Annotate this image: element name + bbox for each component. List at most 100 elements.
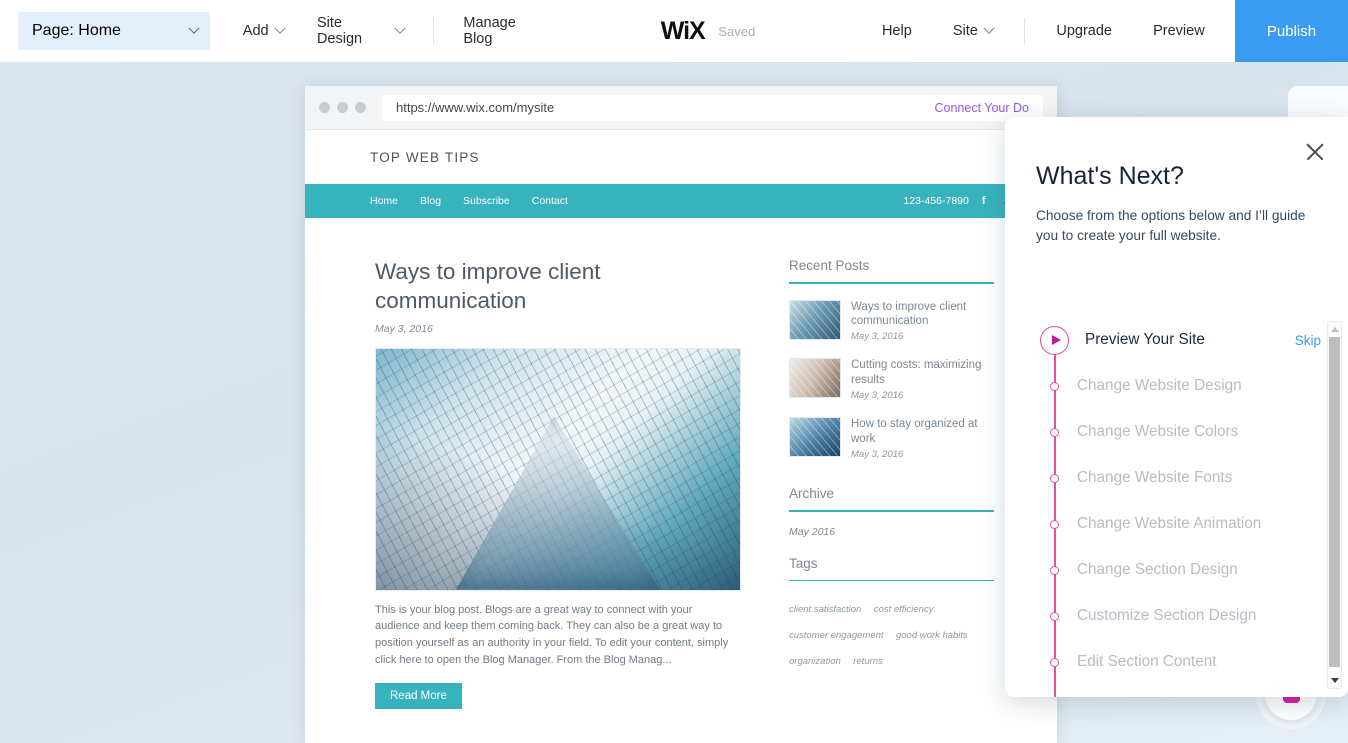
page-selector[interactable]: Page: Home (18, 12, 210, 50)
whats-next-item-change-section-design[interactable]: Change Section Design (1036, 547, 1348, 593)
menu-help-label: Help (881, 23, 912, 39)
recent-post-title: Ways to improve client communication (851, 300, 967, 328)
whats-next-item-label[interactable]: Change Website Animation (1077, 515, 1261, 533)
whats-next-item-label[interactable]: Change Website Colors (1077, 423, 1238, 441)
upgrade-label: Upgrade (1056, 23, 1112, 39)
url-bar[interactable]: https://www.wix.com/mysite Connect Your … (382, 94, 1043, 121)
panel-scrollbar[interactable] (1327, 321, 1342, 689)
archive-heading: Archive (789, 486, 835, 502)
step-bullet-icon (1050, 519, 1059, 529)
menu-add[interactable]: Add (239, 0, 288, 62)
toolbar-divider (433, 18, 435, 44)
post-thumbnail (789, 358, 841, 399)
close-icon[interactable] (1304, 141, 1326, 163)
whats-next-item-label[interactable]: Edit Section Content (1077, 653, 1216, 671)
whats-next-item-preview-your-site[interactable]: Preview Your Site Skip (1036, 317, 1348, 363)
browser-window-dots (319, 102, 366, 113)
wix-editor-window: Page: Home Add Site Design Manage Blog W… (0, 0, 1348, 743)
chevron-down-icon (273, 22, 286, 34)
step-bullet-icon (1050, 473, 1059, 483)
list-item[interactable]: Ways to improve client communication May… (789, 299, 994, 343)
recent-post-date: May 3, 2016 (851, 331, 904, 343)
scrollbar-thumb[interactable] (1329, 337, 1340, 667)
connect-domain-link[interactable]: Connect Your Do (934, 101, 1029, 115)
menu-help[interactable]: Help (878, 0, 916, 62)
recent-posts-heading: Recent Posts (789, 258, 870, 273)
whats-next-item-change-website-colors[interactable]: Change Website Colors (1036, 409, 1348, 455)
triangle-up-icon (1330, 327, 1339, 332)
menu-site-design[interactable]: Site Design (313, 0, 408, 62)
section-divider (789, 510, 994, 512)
menu-site-design-label: Site Design (316, 15, 363, 47)
whats-next-item-label[interactable]: Change Website Design (1077, 377, 1242, 395)
blog-sidebar: Recent Posts Ways to improve client comm… (789, 258, 994, 709)
menu-manage-blog[interactable]: Manage Blog (459, 0, 550, 62)
whats-next-item-label[interactable]: Change Website Fonts (1077, 469, 1232, 487)
whats-next-item-add-a-new-section[interactable]: Add a New Section (1036, 685, 1348, 697)
play-triangle-icon (1051, 335, 1061, 345)
tags-heading: Tags (789, 555, 818, 571)
tag-item[interactable]: organization (789, 656, 841, 667)
site-brand-name: TOP WEB TIPS (370, 149, 480, 165)
site-nav-links: Home Blog Subscribe Contact (370, 195, 568, 207)
site-nav-item-home[interactable]: Home (370, 195, 398, 207)
blog-post-date: May 3, 2016 (375, 322, 433, 335)
site-preview-frame[interactable]: https://www.wix.com/mysite Connect Your … (305, 86, 1057, 743)
whats-next-item-label[interactable]: Customize Section Design (1077, 607, 1256, 625)
list-item[interactable]: Cutting costs: maximizing results May 3,… (789, 358, 994, 401)
facebook-icon[interactable]: f (982, 195, 986, 207)
browser-chrome: https://www.wix.com/mysite Connect Your … (305, 86, 1057, 130)
archive-item[interactable]: May 2016 (789, 526, 994, 538)
list-item[interactable]: How to stay organized at work May 3, 201… (789, 417, 994, 460)
preview-button[interactable]: Preview (1149, 0, 1209, 62)
upgrade-button[interactable]: Upgrade (1052, 0, 1116, 62)
url-text: https://www.wix.com/mysite (396, 100, 555, 115)
tag-item[interactable]: good work habits (896, 630, 968, 641)
publish-button[interactable]: Publish (1234, 0, 1348, 62)
section-divider (789, 282, 994, 284)
step-bullet-icon (1050, 427, 1059, 437)
site-nav-item-blog[interactable]: Blog (420, 195, 441, 207)
play-icon[interactable] (1040, 325, 1069, 355)
page-selector-label: Page: Home (32, 22, 121, 39)
menu-site[interactable]: Site (949, 0, 997, 62)
whats-next-item-label[interactable]: Preview Your Site (1085, 331, 1205, 349)
scroll-down-icon[interactable] (1328, 674, 1341, 687)
tag-item[interactable]: client satisfaction (789, 604, 861, 615)
whats-next-list: Preview Your Site Skip Change Website De… (1005, 317, 1348, 697)
tag-item[interactable]: cost efficiency (874, 604, 934, 615)
blog-post-body: This is your blog post. Blogs are a grea… (375, 603, 729, 666)
recent-post-title: How to stay organized at work (851, 418, 978, 446)
menu-manage-blog-label: Manage Blog (463, 15, 516, 47)
site-nav-bar: Home Blog Subscribe Contact 123-456-7890… (305, 184, 1057, 218)
publish-label: Publish (1266, 22, 1317, 40)
skip-button[interactable]: Skip (1295, 333, 1321, 348)
whats-next-item-change-website-fonts[interactable]: Change Website Fonts (1036, 455, 1348, 501)
scroll-up-icon[interactable] (1328, 323, 1341, 336)
site-brand-bar: TOP WEB TIPS (305, 130, 1057, 184)
whats-next-subtitle: Choose from the options below and I’ll g… (1036, 208, 1306, 243)
blog-post-title[interactable]: Ways to improve client communication (375, 258, 743, 316)
read-more-button[interactable]: Read More (375, 683, 462, 710)
chevron-down-icon (983, 22, 995, 34)
post-thumbnail (789, 417, 841, 458)
tag-item[interactable]: customer engagement (789, 630, 884, 641)
window-dot (337, 102, 348, 113)
section-divider (789, 579, 994, 582)
step-bullet-icon (1050, 565, 1059, 575)
whats-next-item-label[interactable]: Change Section Design (1077, 561, 1238, 579)
site-nav-item-contact[interactable]: Contact (532, 195, 568, 207)
whats-next-panel: What's Next? Choose from the options bel… (1005, 117, 1348, 697)
whats-next-item-customize-section-design[interactable]: Customize Section Design (1036, 593, 1348, 639)
save-status: Saved (718, 23, 756, 39)
tag-item[interactable]: returns (853, 656, 883, 667)
whats-next-item-change-website-animation[interactable]: Change Website Animation (1036, 501, 1348, 547)
editor-stage: https://www.wix.com/mysite Connect Your … (0, 62, 1348, 743)
whats-next-item-change-website-design[interactable]: Change Website Design (1036, 363, 1348, 409)
recent-post-date: May 3, 2016 (851, 390, 904, 402)
site-nav-item-subscribe[interactable]: Subscribe (463, 195, 510, 207)
whats-next-item-edit-section-content[interactable]: Edit Section Content (1036, 639, 1348, 685)
blog-post-image[interactable] (375, 347, 741, 591)
step-bullet-icon (1050, 657, 1059, 667)
step-bullet-icon (1050, 381, 1059, 391)
